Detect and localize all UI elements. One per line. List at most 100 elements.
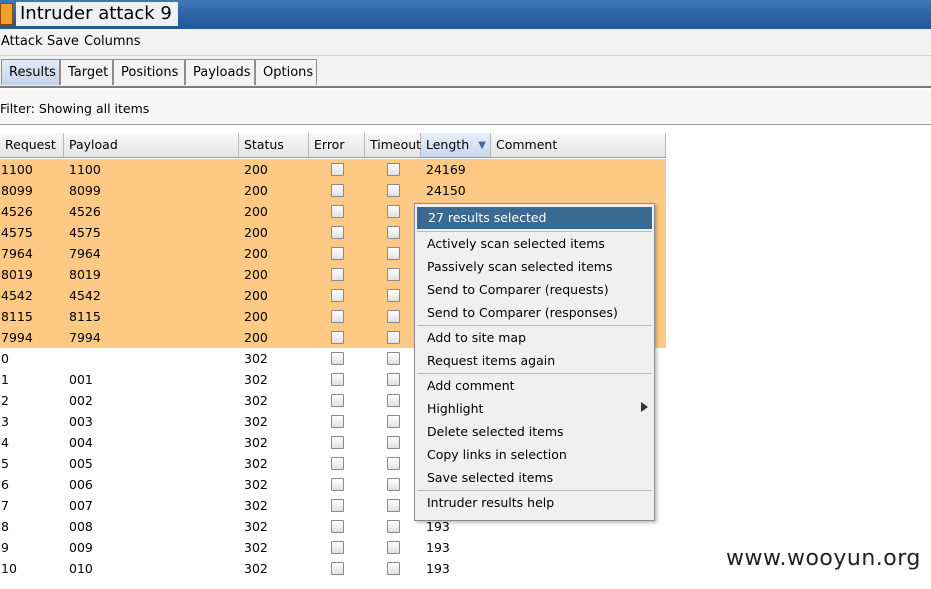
menu-columns[interactable]: Columns (84, 34, 141, 49)
timeout-checkbox (387, 499, 400, 512)
error-checkbox (331, 373, 344, 386)
payload-cell: 007 (69, 498, 93, 513)
status-cell: 302 (244, 351, 268, 366)
burp-app-icon (0, 3, 13, 25)
timeout-checkbox (387, 562, 400, 575)
submenu-arrow-icon (641, 402, 648, 412)
column-header-timeout[interactable]: Timeout (365, 133, 421, 158)
error-checkbox (331, 163, 344, 176)
table-row[interactable]: 10 010 302 193 (0, 558, 666, 579)
timeout-checkbox (387, 247, 400, 260)
error-checkbox (331, 415, 344, 428)
tab-target[interactable]: Target (60, 59, 113, 85)
menu-item-highlight[interactable]: Highlight (427, 401, 483, 416)
payload-cell: 008 (69, 519, 93, 534)
error-checkbox (331, 520, 344, 533)
tab-payloads[interactable]: Payloads (185, 59, 255, 85)
menu-item-save-selected[interactable]: Save selected items (427, 470, 553, 485)
error-checkbox (331, 394, 344, 407)
menu-save[interactable]: Save (47, 34, 79, 49)
error-checkbox (331, 289, 344, 302)
status-cell: 302 (244, 393, 268, 408)
payload-cell: 8115 (69, 309, 101, 324)
menu-item-actively-scan[interactable]: Actively scan selected items (427, 236, 605, 251)
table-row[interactable]: 8099 8099 200 24150 (0, 180, 666, 201)
column-header-comment[interactable]: Comment (491, 133, 666, 158)
filter-bar[interactable]: Filter: Showing all items (0, 90, 931, 125)
error-checkbox (331, 331, 344, 344)
request-cell: 5 (1, 456, 9, 471)
status-cell: 200 (244, 204, 268, 219)
status-cell: 200 (244, 183, 268, 198)
status-cell: 302 (244, 498, 268, 513)
menu-item-add-to-site-map[interactable]: Add to site map (427, 330, 526, 345)
request-cell: 7994 (1, 330, 33, 345)
window-title: Intruder attack 9 (16, 2, 178, 26)
error-checkbox (331, 436, 344, 449)
length-cell: 24169 (426, 162, 466, 177)
request-cell: 8115 (1, 309, 33, 324)
menu-item-passively-scan[interactable]: Passively scan selected items (427, 259, 613, 274)
timeout-checkbox (387, 436, 400, 449)
status-cell: 302 (244, 372, 268, 387)
request-cell: 4542 (1, 288, 33, 303)
column-header-length[interactable]: Length ▼ (421, 133, 491, 158)
menu-item-delete-selected[interactable]: Delete selected items (427, 424, 564, 439)
timeout-checkbox (387, 457, 400, 470)
table-row[interactable]: 1100 1100 200 24169 (0, 159, 666, 180)
menu-item-add-comment[interactable]: Add comment (427, 378, 515, 393)
request-cell: 1 (1, 372, 9, 387)
payload-cell: 002 (69, 393, 93, 408)
request-cell: 0 (1, 351, 9, 366)
status-cell: 200 (244, 162, 268, 177)
request-cell: 8 (1, 519, 9, 534)
timeout-checkbox (387, 184, 400, 197)
tab-results[interactable]: Results (1, 59, 60, 85)
length-cell: 193 (426, 561, 450, 576)
menu-separator (417, 231, 652, 232)
column-header-error[interactable]: Error (309, 133, 365, 158)
tab-options[interactable]: Options (255, 59, 317, 85)
payload-cell: 4542 (69, 288, 101, 303)
title-bar: Intruder attack 9 (0, 0, 931, 29)
menu-item-request-again[interactable]: Request items again (427, 353, 555, 368)
payload-cell: 005 (69, 456, 93, 471)
payload-cell: 004 (69, 435, 93, 450)
status-cell: 302 (244, 477, 268, 492)
payload-cell: 7964 (69, 246, 101, 261)
payload-cell: 001 (69, 372, 93, 387)
column-header-request[interactable]: Request (0, 133, 64, 158)
table-row[interactable]: 9 009 302 193 (0, 537, 666, 558)
request-cell: 4 (1, 435, 9, 450)
length-cell: 24150 (426, 183, 466, 198)
context-menu-header: 27 results selected (417, 207, 652, 229)
error-checkbox (331, 499, 344, 512)
payload-cell: 1100 (69, 162, 101, 177)
menu-attack[interactable]: Attack (1, 34, 43, 49)
menu-item-copy-links[interactable]: Copy links in selection (427, 447, 567, 462)
status-cell: 200 (244, 267, 268, 282)
tab-divider (0, 86, 931, 88)
menu-item-send-comparer-requests[interactable]: Send to Comparer (requests) (427, 282, 609, 297)
status-cell: 302 (244, 414, 268, 429)
timeout-checkbox (387, 352, 400, 365)
menu-item-intruder-help[interactable]: Intruder results help (427, 495, 554, 510)
request-cell: 7964 (1, 246, 33, 261)
column-header-status[interactable]: Status (239, 133, 309, 158)
timeout-checkbox (387, 520, 400, 533)
menu-item-send-comparer-responses[interactable]: Send to Comparer (responses) (427, 305, 618, 320)
payload-cell: 006 (69, 477, 93, 492)
column-header-payload[interactable]: Payload (64, 133, 239, 158)
status-cell: 200 (244, 309, 268, 324)
tab-positions[interactable]: Positions (113, 59, 185, 85)
timeout-checkbox (387, 289, 400, 302)
timeout-checkbox (387, 268, 400, 281)
error-checkbox (331, 352, 344, 365)
error-checkbox (331, 310, 344, 323)
payload-cell: 4575 (69, 225, 101, 240)
selection-count-label: 27 results selected (428, 210, 547, 225)
timeout-checkbox (387, 163, 400, 176)
request-cell: 2 (1, 393, 9, 408)
timeout-checkbox (387, 478, 400, 491)
menu-bar: Attack Save Columns (0, 29, 931, 56)
